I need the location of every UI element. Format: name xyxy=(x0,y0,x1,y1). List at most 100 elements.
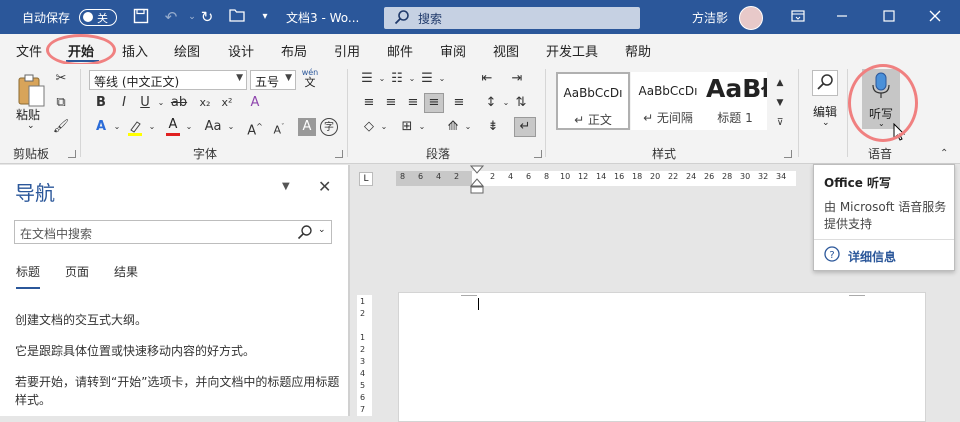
find-icon[interactable] xyxy=(812,70,838,96)
increase-indent-icon[interactable]: ⇥ xyxy=(508,70,526,88)
subscript-icon[interactable]: x₂ xyxy=(196,94,214,112)
editing-dropdown-icon[interactable]: ⌄ xyxy=(822,118,830,128)
phonetic-guide-icon[interactable]: wén 文 xyxy=(300,68,320,90)
ruler-number: 2 xyxy=(360,345,366,354)
indent-marker-icon[interactable] xyxy=(469,165,485,198)
tooltip-divider xyxy=(814,239,954,240)
tab-mailings[interactable]: 邮件 xyxy=(387,41,413,60)
clipboard-launcher-icon[interactable] xyxy=(68,150,76,158)
sort-icon[interactable]: ⇅ xyxy=(512,94,530,112)
font-name-combo[interactable]: 等线 (中文正文) ▼ xyxy=(89,70,247,90)
distributed-icon[interactable]: ≡ xyxy=(450,94,468,112)
chinese-layout-dropdown-icon[interactable]: ⌄ xyxy=(459,118,477,136)
underline-dropdown-icon[interactable]: ⌄ xyxy=(152,94,170,112)
font-launcher-icon[interactable] xyxy=(335,150,343,158)
tab-layout[interactable]: 布局 xyxy=(281,41,307,60)
nav-tab-results[interactable]: 结果 xyxy=(114,263,138,280)
pane-options-icon[interactable]: ▼ xyxy=(282,181,290,192)
style-no-spacing[interactable]: AaBbCcDı ↵ 无间隔 xyxy=(631,72,705,130)
folder-icon[interactable] xyxy=(228,8,246,26)
undo-icon[interactable]: ↶ xyxy=(162,8,180,26)
ribbon-display-options-icon[interactable] xyxy=(789,8,807,26)
paste-icon[interactable] xyxy=(14,72,48,110)
asian-typography-icon[interactable]: ⇟ xyxy=(484,118,502,136)
autosave-toggle[interactable]: 关 xyxy=(79,9,117,26)
shading-dropdown-icon[interactable]: ⌄ xyxy=(375,118,393,136)
font-color-dropdown-icon[interactable]: ⌄ xyxy=(180,118,198,136)
cut-icon[interactable]: ✂ xyxy=(52,70,70,88)
vertical-ruler[interactable]: 1 2 1 2 3 4 5 6 7 xyxy=(357,295,372,416)
help-icon[interactable]: ? xyxy=(824,246,840,265)
style-preview: AaBbCcDı xyxy=(563,86,623,100)
tooltip-more-info-link[interactable]: 详细信息 xyxy=(848,248,896,265)
align-center-icon[interactable]: ≡ xyxy=(382,94,400,112)
tab-design[interactable]: 设计 xyxy=(228,41,254,60)
align-right-icon[interactable]: ≡ xyxy=(404,94,422,112)
paste-dropdown-icon[interactable]: ⌄ xyxy=(27,121,35,131)
clear-formatting-icon[interactable]: A xyxy=(246,94,264,112)
italic-icon[interactable]: I xyxy=(115,94,133,112)
maximize-icon[interactable] xyxy=(880,8,898,26)
nav-search-input[interactable]: 在文档中搜索 ⌄ xyxy=(14,220,332,244)
styles-scroll-up-icon[interactable]: ▲ xyxy=(771,74,789,92)
justify-icon[interactable]: ≡ xyxy=(424,93,444,113)
change-case-dropdown-icon[interactable]: ⌄ xyxy=(222,118,240,136)
close-pane-icon[interactable]: ✕ xyxy=(318,177,331,196)
horizontal-ruler[interactable]: 8 6 4 2 2 4 6 8 10 12 14 16 18 20 22 24 … xyxy=(396,171,796,186)
collapse-ribbon-icon[interactable]: ⌃ xyxy=(940,148,948,159)
highlight-color-icon[interactable] xyxy=(126,119,144,137)
character-shading-icon[interactable]: A xyxy=(298,118,316,136)
close-icon[interactable] xyxy=(926,8,944,26)
ruler-number: 22 xyxy=(668,172,679,181)
nav-hint-line: 它是跟踪具体位置或快速移动内容的好方式。 xyxy=(15,344,256,358)
tab-insert[interactable]: 插入 xyxy=(122,41,148,60)
search-placeholder: 搜索 xyxy=(418,12,443,26)
title-search-box[interactable]: 搜索 xyxy=(384,7,640,29)
styles-launcher-icon[interactable] xyxy=(784,150,792,158)
decrease-indent-icon[interactable]: ⇤ xyxy=(478,70,496,88)
ruler-number: 30 xyxy=(740,172,751,181)
redo-icon[interactable]: ↻ xyxy=(198,8,216,26)
copy-icon[interactable]: ⧉ xyxy=(52,94,70,112)
save-icon[interactable] xyxy=(132,8,150,26)
styles-scroll-down-icon[interactable]: ▼ xyxy=(771,94,789,112)
show-formatting-marks-icon[interactable]: ↵ xyxy=(514,117,536,137)
align-left-icon[interactable]: ≡ xyxy=(360,94,378,112)
borders-dropdown-icon[interactable]: ⌄ xyxy=(413,118,431,136)
tab-file[interactable]: 文件 xyxy=(16,41,42,60)
chevron-down-icon: ▼ xyxy=(236,73,243,83)
nav-tab-pages[interactable]: 页面 xyxy=(65,263,89,280)
highlight-dropdown-icon[interactable]: ⌄ xyxy=(143,118,161,136)
styles-more-icon[interactable]: ⊽ xyxy=(771,114,789,132)
multilevel-dropdown-icon[interactable]: ⌄ xyxy=(433,70,451,88)
tab-developer[interactable]: 开发工具 xyxy=(546,41,598,60)
tab-references[interactable]: 引用 xyxy=(334,41,360,60)
tab-review[interactable]: 审阅 xyxy=(440,41,466,60)
nav-tab-headings[interactable]: 标题 xyxy=(16,263,41,289)
grow-font-icon[interactable]: A^ xyxy=(246,118,264,138)
tab-view[interactable]: 视图 xyxy=(493,41,519,60)
font-size-combo[interactable]: 五号 ▼ xyxy=(250,70,296,90)
enclose-characters-icon[interactable]: 字 xyxy=(320,118,338,136)
paragraph-group-label: 段落 xyxy=(426,147,451,161)
superscript-icon[interactable]: x² xyxy=(218,94,236,112)
tab-selector-icon[interactable]: L xyxy=(359,172,373,186)
bold-icon[interactable]: B xyxy=(92,94,110,112)
search-options-dropdown-icon[interactable]: ⌄ xyxy=(318,225,326,235)
shrink-font-icon[interactable]: Aˇ xyxy=(270,118,288,137)
customize-toolbar-icon[interactable]: ▾ xyxy=(256,8,274,26)
tab-draw[interactable]: 绘图 xyxy=(174,41,200,60)
style-heading-1[interactable]: AaBł 标题 1 xyxy=(703,72,767,130)
format-painter-icon[interactable]: 🖌 xyxy=(52,118,70,136)
search-icon[interactable] xyxy=(297,224,313,243)
strikethrough-icon[interactable]: ab xyxy=(170,94,188,112)
document-page[interactable] xyxy=(398,292,926,422)
paragraph-launcher-icon[interactable] xyxy=(534,150,542,158)
minimize-icon[interactable] xyxy=(833,8,851,26)
user-name[interactable]: 方洁影 xyxy=(692,9,728,26)
style-normal[interactable]: AaBbCcDı ↵ 正文 xyxy=(556,72,630,130)
tab-help[interactable]: 帮助 xyxy=(625,41,651,60)
toggle-knob xyxy=(83,12,93,22)
user-avatar[interactable] xyxy=(739,6,763,30)
text-effects-dropdown-icon[interactable]: ⌄ xyxy=(108,118,126,136)
